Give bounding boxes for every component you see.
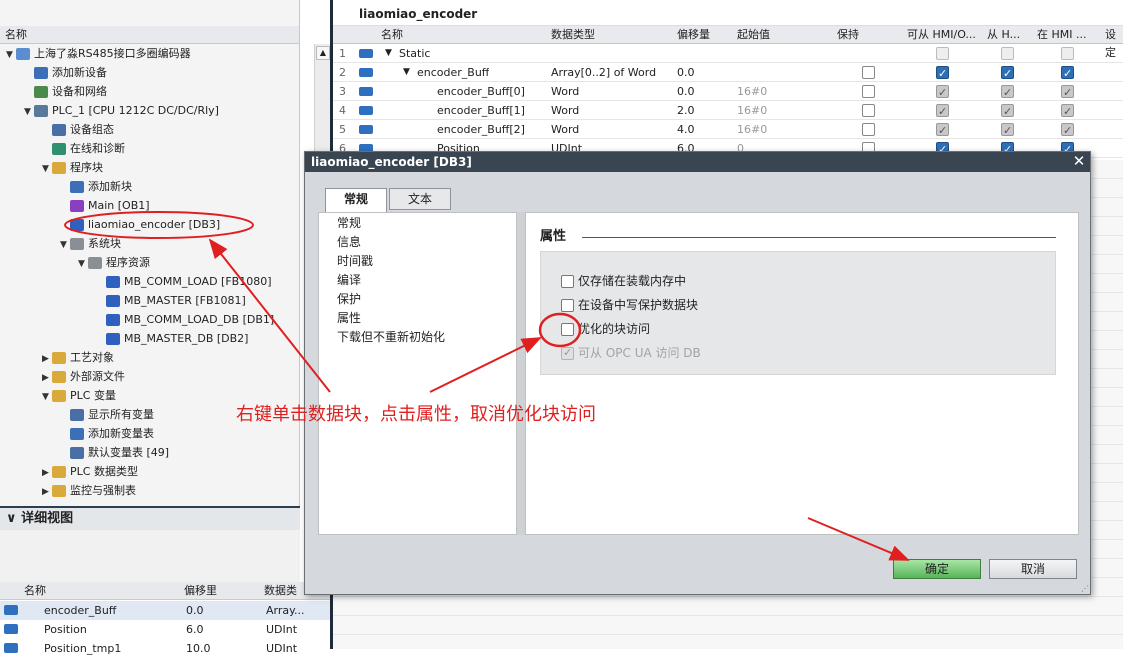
highlight-ellipse-option (538, 312, 582, 348)
arrow-to-ok (807, 517, 910, 561)
annotation-text: 右键单击数据块，点击属性，取消优化块访问 (236, 404, 596, 425)
arrow-to-db (208, 238, 331, 393)
arrow-to-option (429, 337, 542, 393)
annotation-overlay (64, 211, 910, 561)
highlight-ellipse-db (64, 211, 254, 239)
